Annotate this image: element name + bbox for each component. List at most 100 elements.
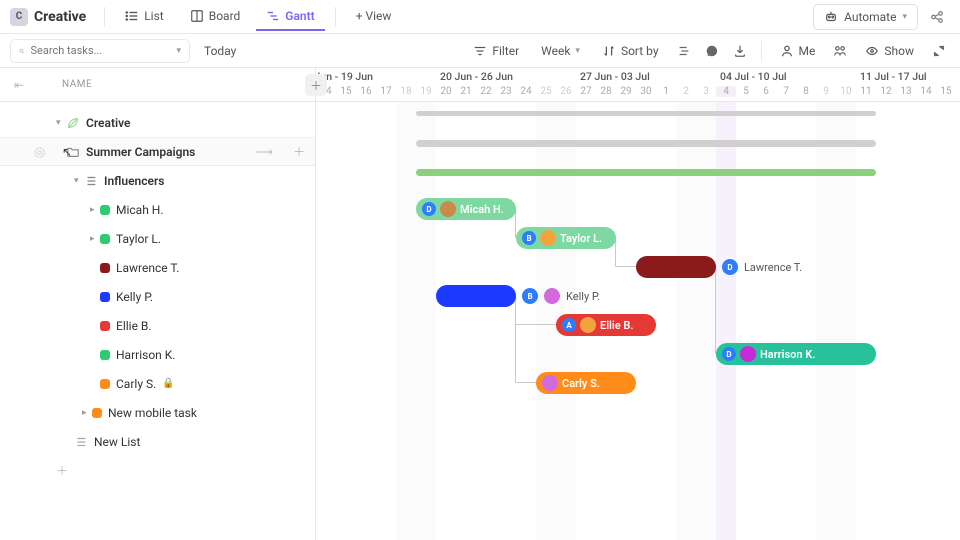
tree-task-label: Micah H.	[116, 203, 164, 217]
time-tracking-icon[interactable]	[701, 40, 723, 62]
collapse-sidebar-icon[interactable]: ⇤	[14, 78, 24, 92]
day-cell[interactable]: 25	[536, 86, 556, 97]
day-cell[interactable]: 13	[896, 86, 916, 97]
user-icon	[780, 44, 794, 58]
day-cell[interactable]: 10	[836, 86, 856, 97]
tree-folder-label: Summer Campaigns	[86, 145, 195, 159]
me-toggle[interactable]: Me	[772, 40, 824, 62]
gantt-bar[interactable]: Carly S.	[536, 372, 636, 394]
show-button[interactable]: Show	[857, 40, 922, 62]
filter-button[interactable]: Filter	[465, 40, 527, 62]
day-cell[interactable]: 8	[796, 86, 816, 97]
day-cell[interactable]: 7	[776, 86, 796, 97]
tree-task-label: Carly S.	[116, 377, 156, 391]
tab-list[interactable]: List	[115, 3, 174, 31]
add-item[interactable]: ＋	[0, 456, 315, 485]
tree-task[interactable]: Kelly P.	[0, 282, 315, 311]
fullscreen-icon[interactable]	[928, 40, 950, 62]
tree-folder[interactable]: ◎ ↖ Summer Campaigns ⟶ ＋	[0, 137, 315, 166]
day-cell[interactable]: 14	[916, 86, 936, 97]
tree-task[interactable]: Lawrence T.	[0, 253, 315, 282]
tree-mobile-task[interactable]: ▸ New mobile task	[0, 398, 315, 427]
day-cell[interactable]: 20	[436, 86, 456, 97]
workspace-badge[interactable]: C	[10, 8, 28, 26]
tree-task[interactable]: Carly S. 🔒	[0, 369, 315, 398]
gantt-bar-label: Taylor L.	[560, 232, 602, 245]
day-cell[interactable]: 17	[376, 86, 396, 97]
tree-task-label: Lawrence T.	[116, 261, 179, 275]
tree-task[interactable]: ▸Taylor L.	[0, 224, 315, 253]
priority-badge: A	[562, 318, 576, 332]
day-cell[interactable]: 15	[336, 86, 356, 97]
gantt-bar[interactable]: DMicah H.	[416, 198, 516, 220]
gantt-bar[interactable]: BTaylor L.	[516, 227, 616, 249]
day-cell[interactable]: 3	[696, 86, 716, 97]
day-cell[interactable]: 11	[856, 86, 876, 97]
lock-icon: 🔒	[162, 378, 174, 389]
day-cell[interactable]: 30	[636, 86, 656, 97]
list-icon	[74, 435, 88, 449]
tree-task[interactable]: ▸ Micah H.	[0, 195, 315, 224]
search-input-wrap[interactable]: ▾	[10, 39, 190, 63]
add-view[interactable]: + View	[346, 3, 402, 31]
avatar	[580, 317, 596, 333]
day-cell[interactable]: 22	[476, 86, 496, 97]
gantt-bar[interactable]: DHarrison K.	[716, 343, 876, 365]
add-task-icon[interactable]: ＋	[293, 143, 305, 160]
day-cell[interactable]: 2	[676, 86, 696, 97]
day-cell[interactable]: 28	[596, 86, 616, 97]
export-icon[interactable]	[729, 40, 751, 62]
tab-gantt[interactable]: Gantt	[256, 3, 324, 31]
day-cell[interactable]: 19	[416, 86, 436, 97]
day-cell[interactable]: 18	[396, 86, 416, 97]
tab-list-label: List	[144, 9, 164, 23]
day-cell[interactable]: 24	[516, 86, 536, 97]
tree-new-list[interactable]: New List	[0, 427, 315, 456]
day-cell[interactable]: 29	[616, 86, 636, 97]
tab-board[interactable]: Board	[180, 3, 251, 31]
group-bar[interactable]	[416, 169, 876, 176]
day-cell[interactable]: 27	[576, 86, 596, 97]
day-cell[interactable]: 5	[736, 86, 756, 97]
gantt-bar[interactable]	[436, 285, 516, 307]
target-icon[interactable]: ◎	[34, 145, 45, 160]
sort-button[interactable]: Sort by	[594, 40, 667, 62]
day-cell[interactable]: 9	[816, 86, 836, 97]
day-cell[interactable]: 23	[496, 86, 516, 97]
chevron-right-icon: ▸	[90, 205, 100, 215]
column-header-name: NAME	[62, 79, 92, 90]
today-button[interactable]: Today	[196, 40, 244, 62]
day-cell[interactable]: 4	[716, 86, 736, 97]
status-swatch	[100, 350, 110, 360]
tree-list[interactable]: ▾ Influencers	[0, 166, 315, 195]
share-button[interactable]	[924, 4, 950, 30]
tree-task[interactable]: Ellie B.	[0, 311, 315, 340]
summary-bar[interactable]	[416, 111, 876, 116]
tree-space[interactable]: ▾ Creative	[0, 108, 315, 137]
day-cell[interactable]: 16	[356, 86, 376, 97]
day-cell[interactable]: 6	[756, 86, 776, 97]
tree-task-label: Kelly P.	[116, 290, 153, 304]
group-bar[interactable]	[416, 140, 876, 147]
chevron-down-icon[interactable]: ▾	[176, 46, 181, 56]
assignees-icon[interactable]	[829, 40, 851, 62]
search-input[interactable]	[30, 44, 170, 57]
day-cell[interactable]: 26	[556, 86, 576, 97]
gantt-bar[interactable]: AEllie B.	[556, 314, 656, 336]
reschedule-icon[interactable]	[673, 40, 695, 62]
day-cell[interactable]: 21	[456, 86, 476, 97]
tree-task[interactable]: Harrison K.	[0, 340, 315, 369]
automate-button[interactable]: Automate ▾	[813, 4, 918, 30]
gantt-bar[interactable]	[636, 256, 716, 278]
me-label: Me	[799, 44, 816, 58]
open-folder-icon[interactable]: ⟶	[256, 145, 273, 159]
avatar	[540, 230, 556, 246]
day-cell[interactable]: 15	[936, 86, 956, 97]
add-column-button[interactable]: ＋	[305, 74, 327, 96]
chevron-right-icon: ▸	[82, 408, 92, 418]
zoom-select[interactable]: Week ▾	[533, 40, 588, 62]
day-cell[interactable]: 12	[876, 86, 896, 97]
board-icon	[190, 9, 204, 23]
day-cell[interactable]: 1	[656, 86, 676, 97]
tree-task-label: Harrison K.	[116, 348, 175, 362]
